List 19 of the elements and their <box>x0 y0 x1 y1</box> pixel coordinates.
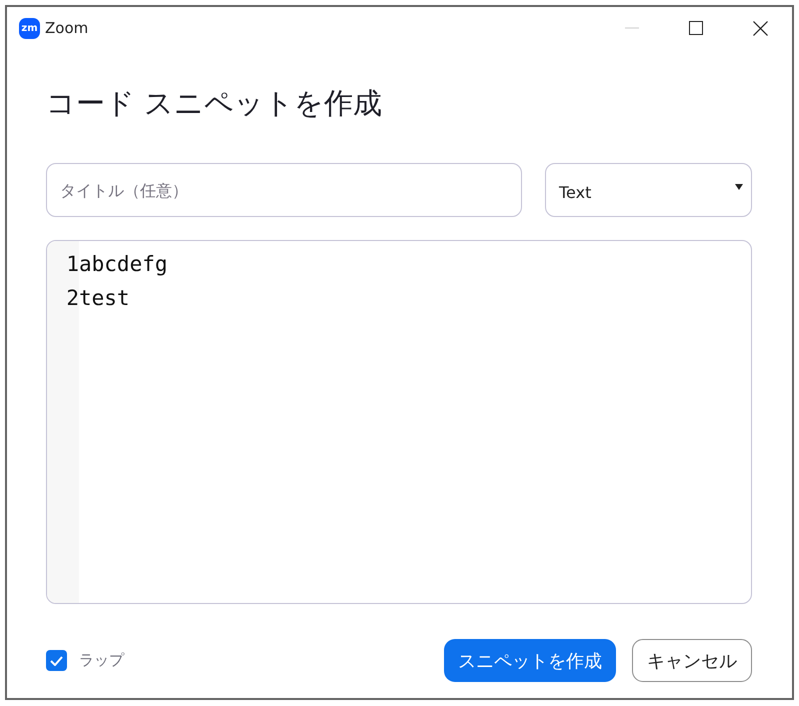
line-number: 1 <box>65 251 79 278</box>
maximize-icon <box>689 21 703 35</box>
dropdown-caret-icon <box>735 184 743 190</box>
title-input-field[interactable]: タイトル（任意） <box>46 163 522 217</box>
cancel-button[interactable]: キャンセル <box>632 639 752 682</box>
window-title: Zoom <box>45 19 88 37</box>
app-logo: zm <box>19 18 40 38</box>
dialog-heading: コード スニペットを作成 <box>46 85 384 122</box>
wrap-checkbox[interactable] <box>46 650 67 671</box>
close-icon <box>752 20 768 36</box>
line-number: 2 <box>65 285 79 312</box>
create-snippet-button[interactable]: スニペットを作成 <box>444 639 616 682</box>
checkmark-icon <box>50 656 63 666</box>
code-line: abcdefg <box>79 251 169 278</box>
code-editor[interactable]: 1 2 abcdefg test <box>46 240 752 604</box>
minimize-icon <box>625 27 639 29</box>
language-select[interactable]: Text <box>545 163 752 217</box>
code-line: test <box>79 285 131 312</box>
wrap-label: ラップ <box>79 651 124 670</box>
